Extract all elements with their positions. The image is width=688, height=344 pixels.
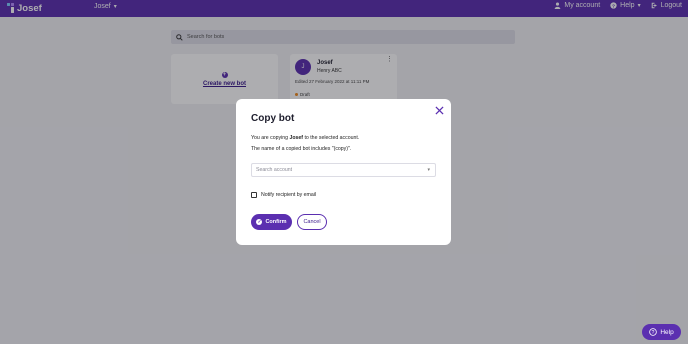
close-icon[interactable] [435, 106, 444, 115]
confirm-button[interactable]: ✓ Confirm [251, 214, 292, 230]
cancel-button[interactable]: Cancel [297, 214, 327, 230]
description-bot-name: Josef [289, 135, 304, 141]
chevron-down-icon: ▾ [427, 167, 430, 173]
notify-checkbox[interactable] [251, 192, 257, 198]
help-floating-button[interactable]: ? Help [642, 324, 681, 340]
account-search-select[interactable]: Search account ▾ [251, 163, 436, 177]
notify-recipient-option[interactable]: Notify recipient by email [251, 192, 316, 198]
dialog-description: You are copying Josef to the selected ac… [251, 135, 359, 141]
cancel-label: Cancel [303, 219, 321, 225]
notify-label: Notify recipient by email [261, 192, 317, 198]
account-select-placeholder: Search account [256, 167, 293, 173]
copy-bot-dialog: Copy bot You are copying Josef to the se… [236, 99, 451, 245]
help-fab-label: Help [660, 328, 674, 336]
confirm-label: Confirm [265, 219, 287, 225]
description-prefix: You are copying [251, 135, 290, 141]
dialog-title: Copy bot [251, 113, 295, 124]
help-icon: ? [649, 328, 658, 336]
copy-name-note: The name of a copied bot includes "(copy… [251, 146, 352, 152]
svg-text:?: ? [652, 330, 655, 336]
check-icon: ✓ [256, 219, 263, 225]
description-suffix: to the selected account. [303, 135, 360, 141]
